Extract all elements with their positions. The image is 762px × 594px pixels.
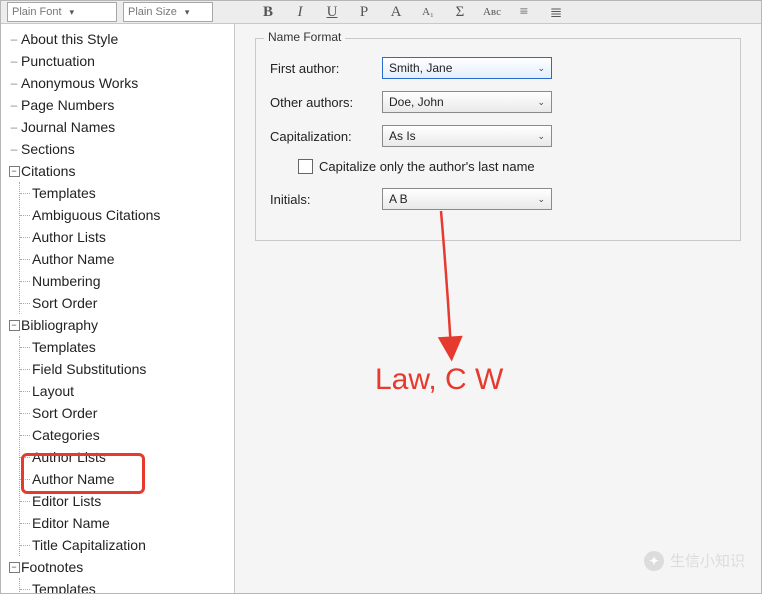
chevron-down-icon: ⌄ — [537, 194, 545, 205]
chevron-down-icon: ⌄ — [537, 97, 545, 108]
capitalize-lastname-checkbox[interactable] — [298, 159, 313, 174]
font-combo-label: Plain Font — [12, 6, 62, 18]
first-author-value: Smith, Jane — [389, 61, 452, 75]
p-button[interactable]: P — [355, 4, 373, 20]
tree-item-footnotes[interactable]: −Footnotes — [7, 556, 234, 578]
toolbar-format-buttons: B I U P A A₁ Σ Aʙc ≡ ≣ — [259, 4, 565, 20]
align-button-2[interactable]: ≣ — [547, 4, 565, 20]
align-button-1[interactable]: ≡ — [515, 4, 533, 20]
tree-item-about[interactable]: –About this Style — [7, 28, 234, 50]
initials-select[interactable]: A B ⌄ — [382, 188, 552, 210]
tree-item-citations-templates[interactable]: Templates — [22, 182, 234, 204]
size-combo-label: Plain Size — [128, 6, 177, 18]
size-combo[interactable]: Plain Size ▾ — [123, 2, 213, 22]
tree-item-citations-author-name[interactable]: Author Name — [22, 248, 234, 270]
italic-button[interactable]: I — [291, 4, 309, 20]
capitalization-value: As Is — [389, 129, 416, 143]
tree-item-citations-numbering[interactable]: Numbering — [22, 270, 234, 292]
tree-item-bib-title-cap[interactable]: Title Capitalization — [22, 534, 234, 556]
capitalization-label: Capitalization: — [270, 129, 370, 144]
collapse-icon[interactable]: − — [9, 320, 20, 331]
first-author-select[interactable]: Smith, Jane ⌄ — [382, 57, 552, 79]
formatting-toolbar: Plain Font ▾ Plain Size ▾ B I U P A A₁ Σ… — [1, 1, 761, 24]
sigma-button[interactable]: Σ — [451, 4, 469, 20]
group-title: Name Format — [264, 30, 345, 44]
first-author-label: First author: — [270, 61, 370, 76]
other-authors-label: Other authors: — [270, 95, 370, 110]
initials-label: Initials: — [270, 192, 370, 207]
tree-item-page-numbers[interactable]: –Page Numbers — [7, 94, 234, 116]
tree-item-bib-categories[interactable]: Categories — [22, 424, 234, 446]
tree-item-bib-author-lists[interactable]: Author Lists — [22, 446, 234, 468]
collapse-icon[interactable]: − — [9, 166, 20, 177]
a-button[interactable]: A — [387, 4, 405, 20]
style-tree: –About this Style –Punctuation –Anonymou… — [1, 24, 235, 594]
tree-item-bib-author-name[interactable]: Author Name — [22, 468, 234, 490]
tree-item-citations-sort-order[interactable]: Sort Order — [22, 292, 234, 314]
bold-button[interactable]: B — [259, 4, 277, 20]
chevron-down-icon: ▾ — [185, 7, 190, 18]
tree-item-sections[interactable]: –Sections — [7, 138, 234, 160]
tree-item-bibliography[interactable]: −Bibliography — [7, 314, 234, 336]
checkbox-label: Capitalize only the author's last name — [319, 159, 535, 174]
tree-item-bib-editor-name[interactable]: Editor Name — [22, 512, 234, 534]
initials-value: A B — [389, 192, 408, 206]
settings-panel: Name Format First author: Smith, Jane ⌄ … — [235, 24, 761, 594]
underline-button[interactable]: U — [323, 4, 341, 20]
capitalization-select[interactable]: As Is ⌄ — [382, 125, 552, 147]
tree-item-citations-ambiguous[interactable]: Ambiguous Citations — [22, 204, 234, 226]
tree-item-bib-field-subs[interactable]: Field Substitutions — [22, 358, 234, 380]
main-area: –About this Style –Punctuation –Anonymou… — [1, 24, 761, 594]
tree-item-bib-layout[interactable]: Layout — [22, 380, 234, 402]
watermark-text: 生信小知识 — [670, 550, 745, 571]
chevron-down-icon: ⌄ — [537, 63, 545, 74]
chevron-down-icon: ▾ — [70, 7, 75, 18]
tree-item-citations-author-lists[interactable]: Author Lists — [22, 226, 234, 248]
tree-item-bib-sort-order[interactable]: Sort Order — [22, 402, 234, 424]
wechat-icon: ✦ — [644, 551, 664, 571]
name-format-group: Name Format First author: Smith, Jane ⌄ … — [255, 38, 741, 241]
tree-item-bib-templates[interactable]: Templates — [22, 336, 234, 358]
tree-item-punctuation[interactable]: –Punctuation — [7, 50, 234, 72]
other-authors-value: Doe, John — [389, 95, 444, 109]
chevron-down-icon: ⌄ — [537, 131, 545, 142]
abc-button[interactable]: Aʙc — [483, 4, 501, 20]
collapse-icon[interactable]: − — [9, 562, 20, 573]
font-combo[interactable]: Plain Font ▾ — [7, 2, 117, 22]
annotation-text: Law, C W — [375, 363, 503, 397]
watermark: ✦ 生信小知识 — [644, 550, 745, 571]
tree-item-bib-editor-lists[interactable]: Editor Lists — [22, 490, 234, 512]
tree-item-anonymous[interactable]: –Anonymous Works — [7, 72, 234, 94]
other-authors-select[interactable]: Doe, John ⌄ — [382, 91, 552, 113]
app-window: Plain Font ▾ Plain Size ▾ B I U P A A₁ Σ… — [0, 0, 762, 594]
tree-item-journal-names[interactable]: –Journal Names — [7, 116, 234, 138]
tree-item-citations[interactable]: −Citations — [7, 160, 234, 182]
subscript-button[interactable]: A₁ — [419, 4, 437, 20]
tree-item-footnotes-templates[interactable]: Templates — [22, 578, 234, 594]
